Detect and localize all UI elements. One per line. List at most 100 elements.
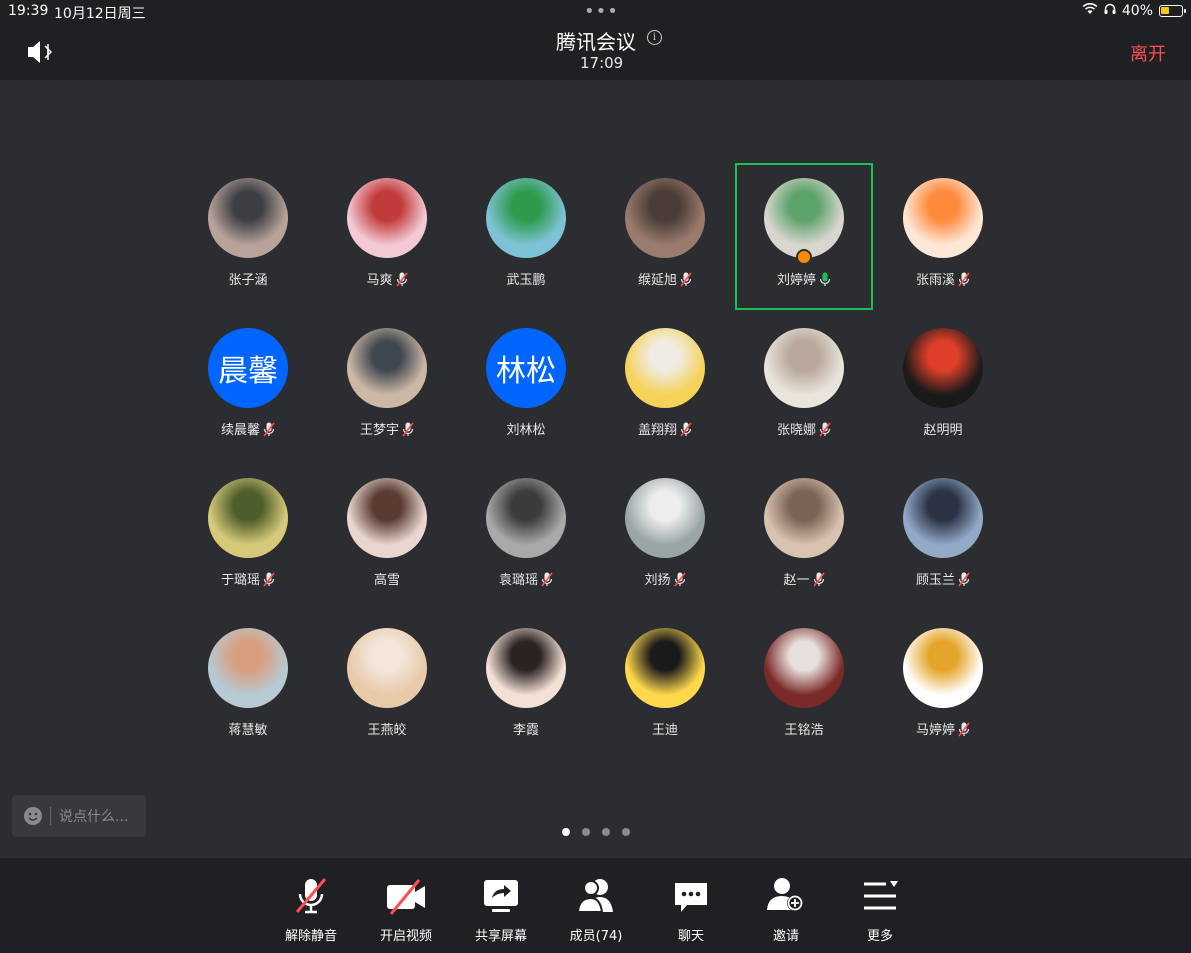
participant-avatar[interactable] bbox=[903, 178, 983, 258]
bottom-toolbar: 解除静音 开启视频 共享屏幕 成员(74) 聊天 邀请 更多 bbox=[0, 858, 1191, 953]
participant-tile[interactable]: 袁璐瑶 bbox=[456, 463, 596, 613]
participant-avatar[interactable] bbox=[625, 328, 705, 408]
microphone-muted-icon bbox=[819, 422, 831, 441]
participant-name-text: 续晨馨 bbox=[220, 423, 260, 438]
participant-avatar[interactable] bbox=[625, 478, 705, 558]
participant-name: 续晨馨 bbox=[178, 419, 318, 441]
leave-button[interactable]: 离开 bbox=[1130, 40, 1166, 66]
meeting-title[interactable]: 腾讯会议 bbox=[556, 26, 636, 55]
participant-name: 张雨溪 bbox=[873, 269, 1013, 291]
participant-tile[interactable]: 张雨溪 bbox=[873, 163, 1013, 313]
participant-avatar[interactable] bbox=[208, 628, 288, 708]
share-screen-button[interactable]: 共享屏幕 bbox=[461, 858, 541, 953]
meeting-timer: 17:09 bbox=[580, 54, 624, 72]
participant-tile[interactable]: 林松 刘林松 bbox=[456, 313, 596, 463]
microphone-muted-icon bbox=[680, 422, 692, 441]
participant-avatar[interactable] bbox=[347, 328, 427, 408]
microphone-muted-icon bbox=[673, 572, 686, 591]
headphones-icon bbox=[1104, 3, 1116, 19]
members-button[interactable]: 成员(74) bbox=[556, 858, 636, 953]
participant-tile[interactable]: 刘扬 bbox=[595, 463, 735, 613]
participant-tile[interactable]: 王迪 bbox=[595, 613, 735, 763]
page-dot[interactable] bbox=[582, 828, 590, 836]
participant-tile[interactable]: 缑延旭 bbox=[595, 163, 735, 313]
participant-avatar[interactable] bbox=[903, 328, 983, 408]
more-button[interactable]: 更多 bbox=[840, 858, 920, 953]
microphone-muted-icon bbox=[541, 572, 553, 591]
participant-avatar[interactable] bbox=[347, 628, 427, 708]
chat-divider bbox=[50, 807, 51, 825]
participant-avatar[interactable]: 林松 bbox=[486, 328, 566, 408]
invite-label: 邀请 bbox=[772, 929, 799, 944]
participant-avatar[interactable] bbox=[764, 628, 844, 708]
page-dot[interactable] bbox=[602, 828, 610, 836]
microphone-muted-icon bbox=[395, 272, 408, 291]
microphone-muted-icon bbox=[812, 572, 825, 591]
participant-avatar[interactable] bbox=[486, 478, 566, 558]
microphone-muted-icon bbox=[958, 572, 970, 591]
participant-avatar[interactable] bbox=[486, 178, 566, 258]
info-icon[interactable]: i bbox=[647, 30, 662, 45]
participant-name: 于璐瑶 bbox=[178, 569, 318, 591]
participant-tile[interactable]: 马婷婷 bbox=[873, 613, 1013, 763]
participant-tile[interactable]: 顾玉兰 bbox=[873, 463, 1013, 613]
unmute-button[interactable]: 解除静音 bbox=[271, 858, 351, 953]
chat-input[interactable]: 说点什么... bbox=[12, 795, 146, 837]
participant-name-text: 马婷婷 bbox=[915, 723, 955, 738]
participant-tile[interactable]: 晨馨续晨馨 bbox=[178, 313, 318, 463]
participant-tile[interactable]: 赵一 bbox=[734, 463, 874, 613]
participant-name: 袁璐瑶 bbox=[456, 569, 596, 591]
participant-avatar[interactable] bbox=[347, 478, 427, 558]
participant-avatar[interactable] bbox=[347, 178, 427, 258]
participant-tile[interactable]: 于璐瑶 bbox=[178, 463, 318, 613]
participant-tile[interactable]: 张晓娜 bbox=[734, 313, 874, 463]
participant-name: 张子涵 bbox=[178, 269, 318, 288]
bluetooth-speaker-icon[interactable] bbox=[26, 40, 56, 68]
microphone-muted-icon bbox=[958, 722, 970, 741]
participant-name-text: 马爽 bbox=[366, 273, 393, 288]
share-screen-label: 共享屏幕 bbox=[474, 929, 527, 944]
participant-name-text: 刘林松 bbox=[506, 423, 546, 438]
participant-name-text: 武玉鹏 bbox=[506, 273, 546, 288]
participant-tile[interactable]: 李霞 bbox=[456, 613, 596, 763]
participant-tile[interactable]: 马爽 bbox=[317, 163, 457, 313]
participant-avatar[interactable] bbox=[625, 628, 705, 708]
participant-tile[interactable]: 王梦宇 bbox=[317, 313, 457, 463]
start-video-button[interactable]: 开启视频 bbox=[366, 858, 446, 953]
participant-name-text: 李霞 bbox=[512, 723, 539, 738]
status-time: 19:39 bbox=[8, 3, 49, 19]
participant-tile[interactable]: 王铭浩 bbox=[734, 613, 874, 763]
participant-name: 高雪 bbox=[317, 569, 457, 588]
microphone-muted-icon bbox=[263, 572, 275, 591]
participant-avatar[interactable] bbox=[764, 328, 844, 408]
participant-avatar[interactable] bbox=[903, 478, 983, 558]
emoji-icon[interactable] bbox=[24, 807, 42, 825]
page-dot[interactable] bbox=[622, 828, 630, 836]
participant-name-text: 刘扬 bbox=[644, 573, 671, 588]
participant-name: 盖翔翔 bbox=[595, 419, 735, 441]
chat-button[interactable]: 聊天 bbox=[651, 858, 731, 953]
participant-name-text: 赵明明 bbox=[923, 423, 963, 438]
participant-name-text: 盖翔翔 bbox=[637, 423, 677, 438]
participant-avatar[interactable] bbox=[764, 478, 844, 558]
page-dot[interactable] bbox=[562, 828, 570, 836]
participant-tile[interactable]: 张子涵 bbox=[178, 163, 318, 313]
participant-tile[interactable]: 蒋慧敏 bbox=[178, 613, 318, 763]
active-speaker-frame bbox=[735, 163, 873, 310]
participant-tile[interactable]: 王燕皎 bbox=[317, 613, 457, 763]
participant-tile[interactable]: 盖翔翔 bbox=[595, 313, 735, 463]
invite-button[interactable]: 邀请 bbox=[746, 858, 826, 953]
participant-avatar[interactable] bbox=[903, 628, 983, 708]
page-indicator[interactable] bbox=[562, 828, 630, 836]
participant-avatar[interactable] bbox=[486, 628, 566, 708]
participant-tile[interactable]: 武玉鹏 bbox=[456, 163, 596, 313]
participant-tile[interactable]: 赵明明 bbox=[873, 313, 1013, 463]
participant-name-text: 顾玉兰 bbox=[915, 573, 955, 588]
participant-avatar[interactable]: 晨馨 bbox=[208, 328, 288, 408]
participant-tile[interactable]: 高雪 bbox=[317, 463, 457, 613]
participant-avatar[interactable] bbox=[625, 178, 705, 258]
participant-name: 武玉鹏 bbox=[456, 269, 596, 288]
participant-avatar[interactable] bbox=[208, 178, 288, 258]
participant-avatar[interactable] bbox=[208, 478, 288, 558]
window-handle-icon[interactable]: ••• bbox=[584, 3, 619, 21]
